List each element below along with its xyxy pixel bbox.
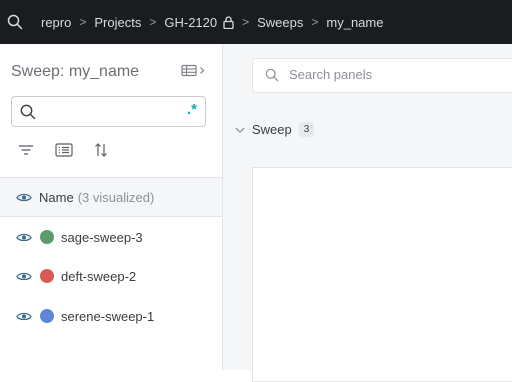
breadcrumb-separator: > bbox=[79, 15, 87, 29]
run-search-input[interactable]: .* bbox=[11, 96, 206, 127]
sort-icon bbox=[95, 143, 107, 157]
group-button[interactable] bbox=[55, 143, 73, 157]
runs-sidebar: Sweep: my_name .* Name (3 visualized) sa… bbox=[0, 44, 223, 370]
eye-icon[interactable] bbox=[16, 232, 32, 243]
visualized-count: (3 visualized) bbox=[77, 189, 155, 205]
section-header-sweep[interactable]: Sweep 3 bbox=[235, 122, 315, 137]
top-bar: repro > Projects > GH-2120 > Sweeps > my… bbox=[0, 0, 512, 44]
run-tools bbox=[18, 142, 129, 158]
group-icon bbox=[55, 143, 73, 157]
run-name[interactable]: serene-sweep-1 bbox=[61, 309, 154, 324]
name-column-label: Name bbox=[39, 189, 74, 205]
breadcrumb: repro > Projects > GH-2120 > Sweeps > my… bbox=[41, 15, 383, 30]
sort-button[interactable] bbox=[94, 142, 108, 158]
eye-icon[interactable] bbox=[16, 311, 32, 322]
breadcrumb-project[interactable]: GH-2120 bbox=[164, 15, 234, 30]
breadcrumb-entity[interactable]: repro bbox=[41, 15, 71, 30]
eye-icon[interactable] bbox=[16, 271, 32, 282]
panel-search-box[interactable] bbox=[252, 58, 512, 93]
run-row[interactable]: sage-sweep-3 bbox=[0, 218, 222, 256]
search-icon bbox=[265, 68, 279, 82]
breadcrumb-separator: > bbox=[149, 15, 157, 29]
run-color-dot[interactable] bbox=[40, 309, 54, 323]
run-color-dot[interactable] bbox=[40, 269, 54, 283]
search-icon bbox=[7, 14, 23, 30]
global-search-button[interactable] bbox=[0, 0, 30, 44]
sidebar-title: Sweep: my_name bbox=[11, 63, 140, 80]
expand-table-icon[interactable] bbox=[181, 64, 207, 78]
breadcrumb-separator: > bbox=[311, 15, 319, 29]
regex-toggle[interactable]: .* bbox=[187, 101, 197, 118]
search-icon bbox=[20, 104, 36, 120]
eye-icon[interactable] bbox=[16, 192, 32, 203]
filter-icon bbox=[19, 145, 33, 155]
runs-header-row[interactable]: Name (3 visualized) bbox=[0, 177, 222, 217]
breadcrumb-sweeps[interactable]: Sweeps bbox=[257, 15, 303, 30]
breadcrumb-sweep-name[interactable]: my_name bbox=[326, 15, 383, 30]
run-name[interactable]: deft-sweep-2 bbox=[61, 269, 136, 284]
section-title: Sweep bbox=[252, 122, 292, 137]
panel-search-input[interactable] bbox=[289, 67, 509, 82]
workspace-main: Sweep 3 bbox=[223, 44, 512, 382]
run-name[interactable]: sage-sweep-3 bbox=[61, 230, 143, 245]
breadcrumb-separator: > bbox=[242, 15, 250, 29]
run-row[interactable]: serene-sweep-1 bbox=[0, 297, 222, 335]
chart-panel[interactable] bbox=[252, 167, 512, 382]
run-row[interactable]: deft-sweep-2 bbox=[0, 257, 222, 295]
chevron-down-icon[interactable] bbox=[235, 126, 245, 134]
lock-icon bbox=[223, 15, 234, 29]
breadcrumb-projects[interactable]: Projects bbox=[94, 15, 141, 30]
section-count-badge: 3 bbox=[298, 122, 315, 137]
breadcrumb-project-label: GH-2120 bbox=[164, 14, 218, 30]
filter-button[interactable] bbox=[18, 144, 34, 156]
run-color-dot[interactable] bbox=[40, 230, 54, 244]
